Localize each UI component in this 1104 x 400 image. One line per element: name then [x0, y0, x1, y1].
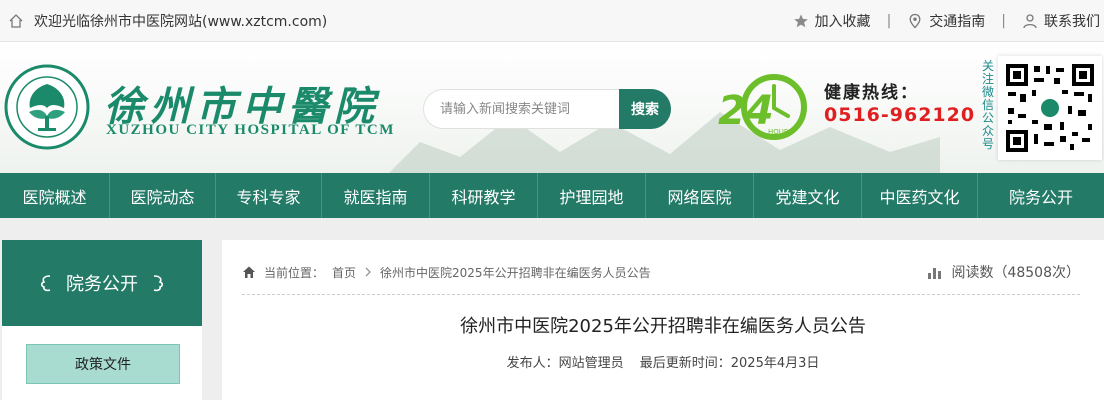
hospital-logo[interactable]: [4, 64, 90, 150]
sidebar-title: 院务公开: [66, 274, 138, 295]
read-count: 阅读数（48508次）: [927, 258, 1080, 286]
chevron-right-icon: [365, 267, 371, 277]
home-icon: [243, 266, 255, 278]
bar-chart-icon: [928, 268, 942, 279]
contact-us-label: 联系我们: [1044, 14, 1100, 30]
user-icon: [1023, 14, 1037, 29]
nav-item-tcm-culture[interactable]: 中医药文化: [862, 173, 978, 218]
home-icon: [9, 14, 23, 28]
24-hours-clock-icon: 24 HOURS: [718, 74, 807, 140]
article-meta: 发布人：网站管理员 最后更新时间：2025年4月3日: [222, 352, 1104, 371]
nav-item-party-culture[interactable]: 党建文化: [754, 173, 862, 218]
traffic-guide-link[interactable]: 交通指南: [907, 11, 985, 31]
clock-digits: 24: [718, 88, 774, 134]
breadcrumb: 当前位置： 首页 徐州市中医院2025年公开招聘非在编医务人员公告: [242, 258, 651, 286]
search-box: 搜索: [423, 89, 671, 129]
article-publisher: 发布人：网站管理员: [506, 356, 624, 371]
traffic-guide-label: 交通指南: [929, 14, 986, 30]
qr-code-icon: [1004, 62, 1096, 154]
ornament-left-icon: [40, 275, 51, 292]
breadcrumb-current[interactable]: 徐州市中医院2025年公开招聘非在编医务人员公告: [380, 264, 651, 281]
sidebar-item-policy-docs[interactable]: 政策文件: [26, 344, 180, 384]
welcome-area: 欢迎光临徐州市中医院网站(www.xztcm.com): [8, 0, 327, 42]
nav-item-overview[interactable]: 医院概述: [0, 173, 110, 218]
divider: [242, 294, 1080, 295]
hotline-number: 0516-962120: [824, 104, 976, 126]
nav-item-affairs[interactable]: 院务公开: [978, 173, 1104, 218]
search-button[interactable]: 搜索: [619, 89, 671, 129]
nav-item-guide[interactable]: 就医指南: [322, 173, 430, 218]
top-bar: 欢迎光临徐州市中医院网站(www.xztcm.com) 加入收藏 | 交通指南 …: [0, 0, 1104, 42]
breadcrumb-prefix: 当前位置：: [264, 265, 325, 280]
hotline-label: 健康热线：: [824, 83, 919, 103]
sidebar-header: 院务公开: [2, 240, 202, 326]
sidebar: 院务公开 政策文件: [2, 240, 202, 400]
nav-item-nursing[interactable]: 护理园地: [538, 173, 646, 218]
follow-wechat-text: 关注微信公众号: [981, 59, 994, 151]
brand-name-en: XUZHOU CITY HOSPITAL OF TCM: [106, 122, 395, 138]
content-area: 院务公开 政策文件 当前位置： 首页 徐州市中医院2025年公开招聘非在编医务人…: [0, 218, 1104, 400]
welcome-text: 欢迎光临徐州市中医院网站(www.xztcm.com): [34, 14, 328, 30]
add-favorite-link[interactable]: 加入收藏: [793, 11, 871, 31]
search-input[interactable]: [438, 90, 616, 128]
contact-us-link[interactable]: 联系我们: [1022, 11, 1100, 31]
read-count-label: 阅读数（48508次）: [951, 265, 1080, 281]
article-panel: 当前位置： 首页 徐州市中医院2025年公开招聘非在编医务人员公告 阅读数（48…: [222, 240, 1104, 400]
nav-item-research[interactable]: 科研教学: [430, 173, 538, 218]
nav-item-online-hospital[interactable]: 网络医院: [646, 173, 754, 218]
wechat-qr-code: [998, 56, 1102, 160]
ornament-right-icon: [153, 275, 164, 292]
header: 徐州市中醫院 XUZHOU CITY HOSPITAL OF TCM 搜索 24…: [0, 42, 1104, 173]
nav-item-news[interactable]: 医院动态: [110, 173, 216, 218]
separator: |: [1001, 13, 1006, 29]
star-icon: [793, 14, 808, 28]
add-favorite-label: 加入收藏: [814, 14, 871, 30]
top-links: 加入收藏 | 交通指南 | 联系我们: [793, 0, 1100, 42]
breadcrumb-home-link[interactable]: 首页: [332, 264, 356, 281]
nav-item-experts[interactable]: 专科专家: [216, 173, 322, 218]
main-nav: 医院概述 医院动态 专科专家 就医指南 科研教学 护理园地 网络医院 党建文化 …: [0, 173, 1104, 218]
article-updated: 最后更新时间：2025年4月3日: [639, 356, 820, 371]
separator: |: [886, 13, 892, 29]
article-title: 徐州市中医院2025年公开招聘非在编医务人员公告: [460, 316, 866, 337]
location-pin-icon: [909, 13, 921, 29]
clock-sub: HOURS: [768, 128, 794, 136]
